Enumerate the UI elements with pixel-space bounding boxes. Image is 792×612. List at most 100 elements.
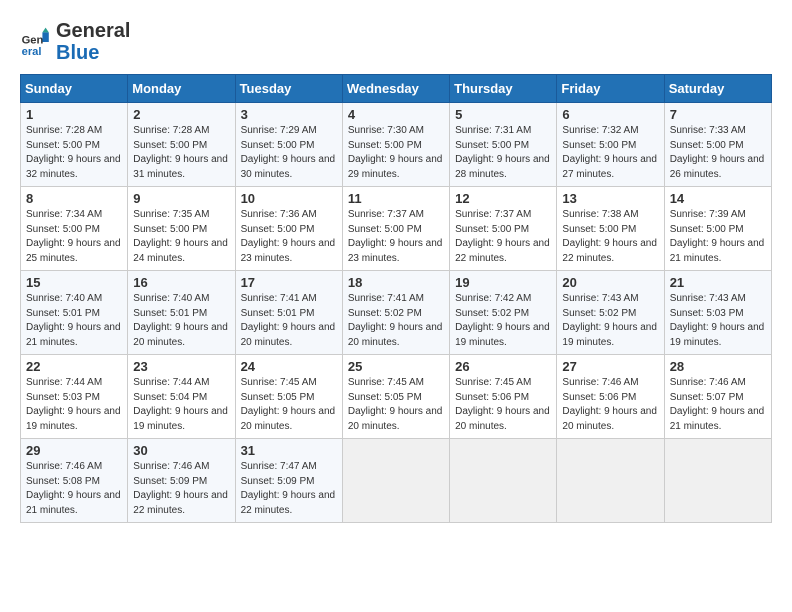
- col-header-thursday: Thursday: [450, 75, 557, 103]
- day-info: Sunrise: 7:47 AM Sunset: 5:09 PM Dayligh…: [241, 460, 337, 518]
- day-number: 31: [241, 443, 337, 458]
- svg-text:eral: eral: [22, 46, 42, 58]
- day-number: 18: [348, 275, 444, 290]
- svg-text:Gen: Gen: [22, 35, 44, 47]
- day-number: 3: [241, 107, 337, 122]
- calendar-cell: 15 Sunrise: 7:40 AM Sunset: 5:01 PM Dayl…: [21, 271, 128, 355]
- calendar-cell: 4 Sunrise: 7:30 AM Sunset: 5:00 PM Dayli…: [342, 103, 449, 187]
- day-info: Sunrise: 7:35 AM Sunset: 5:00 PM Dayligh…: [133, 208, 229, 266]
- calendar-cell: 5 Sunrise: 7:31 AM Sunset: 5:00 PM Dayli…: [450, 103, 557, 187]
- col-header-saturday: Saturday: [664, 75, 771, 103]
- day-info: Sunrise: 7:44 AM Sunset: 5:04 PM Dayligh…: [133, 376, 229, 434]
- day-info: Sunrise: 7:32 AM Sunset: 5:00 PM Dayligh…: [562, 124, 658, 182]
- day-info: Sunrise: 7:39 AM Sunset: 5:00 PM Dayligh…: [670, 208, 766, 266]
- calendar-cell: 25 Sunrise: 7:45 AM Sunset: 5:05 PM Dayl…: [342, 355, 449, 439]
- day-info: Sunrise: 7:37 AM Sunset: 5:00 PM Dayligh…: [348, 208, 444, 266]
- day-number: 17: [241, 275, 337, 290]
- day-info: Sunrise: 7:46 AM Sunset: 5:07 PM Dayligh…: [670, 376, 766, 434]
- calendar-cell: 27 Sunrise: 7:46 AM Sunset: 5:06 PM Dayl…: [557, 355, 664, 439]
- day-number: 1: [26, 107, 122, 122]
- day-info: Sunrise: 7:44 AM Sunset: 5:03 PM Dayligh…: [26, 376, 122, 434]
- calendar-cell: 29 Sunrise: 7:46 AM Sunset: 5:08 PM Dayl…: [21, 439, 128, 523]
- day-info: Sunrise: 7:33 AM Sunset: 5:00 PM Dayligh…: [670, 124, 766, 182]
- day-number: 20: [562, 275, 658, 290]
- calendar-cell: 28 Sunrise: 7:46 AM Sunset: 5:07 PM Dayl…: [664, 355, 771, 439]
- day-number: 19: [455, 275, 551, 290]
- calendar-cell: 8 Sunrise: 7:34 AM Sunset: 5:00 PM Dayli…: [21, 187, 128, 271]
- calendar-table: SundayMondayTuesdayWednesdayThursdayFrid…: [20, 74, 772, 523]
- col-header-wednesday: Wednesday: [342, 75, 449, 103]
- calendar-cell: 31 Sunrise: 7:47 AM Sunset: 5:09 PM Dayl…: [235, 439, 342, 523]
- logo-line2: Blue: [56, 42, 130, 64]
- day-info: Sunrise: 7:45 AM Sunset: 5:06 PM Dayligh…: [455, 376, 551, 434]
- calendar-cell: 16 Sunrise: 7:40 AM Sunset: 5:01 PM Dayl…: [128, 271, 235, 355]
- day-number: 2: [133, 107, 229, 122]
- day-number: 8: [26, 191, 122, 206]
- logo: Gen eral General Blue: [20, 20, 130, 64]
- logo-line1: General: [56, 20, 130, 42]
- calendar-cell: 22 Sunrise: 7:44 AM Sunset: 5:03 PM Dayl…: [21, 355, 128, 439]
- calendar-cell: [664, 439, 771, 523]
- day-number: 10: [241, 191, 337, 206]
- calendar-cell: 26 Sunrise: 7:45 AM Sunset: 5:06 PM Dayl…: [450, 355, 557, 439]
- calendar-cell: 23 Sunrise: 7:44 AM Sunset: 5:04 PM Dayl…: [128, 355, 235, 439]
- day-info: Sunrise: 7:40 AM Sunset: 5:01 PM Dayligh…: [133, 292, 229, 350]
- day-number: 6: [562, 107, 658, 122]
- calendar-cell: [342, 439, 449, 523]
- day-info: Sunrise: 7:37 AM Sunset: 5:00 PM Dayligh…: [455, 208, 551, 266]
- day-info: Sunrise: 7:28 AM Sunset: 5:00 PM Dayligh…: [133, 124, 229, 182]
- day-number: 24: [241, 359, 337, 374]
- calendar-cell: 12 Sunrise: 7:37 AM Sunset: 5:00 PM Dayl…: [450, 187, 557, 271]
- day-number: 22: [26, 359, 122, 374]
- day-number: 27: [562, 359, 658, 374]
- day-number: 5: [455, 107, 551, 122]
- day-info: Sunrise: 7:31 AM Sunset: 5:00 PM Dayligh…: [455, 124, 551, 182]
- col-header-sunday: Sunday: [21, 75, 128, 103]
- calendar-cell: 6 Sunrise: 7:32 AM Sunset: 5:00 PM Dayli…: [557, 103, 664, 187]
- calendar-cell: 17 Sunrise: 7:41 AM Sunset: 5:01 PM Dayl…: [235, 271, 342, 355]
- calendar-cell: 10 Sunrise: 7:36 AM Sunset: 5:00 PM Dayl…: [235, 187, 342, 271]
- col-header-monday: Monday: [128, 75, 235, 103]
- day-info: Sunrise: 7:42 AM Sunset: 5:02 PM Dayligh…: [455, 292, 551, 350]
- calendar-cell: 7 Sunrise: 7:33 AM Sunset: 5:00 PM Dayli…: [664, 103, 771, 187]
- day-info: Sunrise: 7:38 AM Sunset: 5:00 PM Dayligh…: [562, 208, 658, 266]
- day-number: 16: [133, 275, 229, 290]
- day-number: 25: [348, 359, 444, 374]
- day-info: Sunrise: 7:46 AM Sunset: 5:08 PM Dayligh…: [26, 460, 122, 518]
- day-info: Sunrise: 7:29 AM Sunset: 5:00 PM Dayligh…: [241, 124, 337, 182]
- day-number: 26: [455, 359, 551, 374]
- day-info: Sunrise: 7:41 AM Sunset: 5:01 PM Dayligh…: [241, 292, 337, 350]
- day-number: 13: [562, 191, 658, 206]
- calendar-cell: [450, 439, 557, 523]
- calendar-cell: 13 Sunrise: 7:38 AM Sunset: 5:00 PM Dayl…: [557, 187, 664, 271]
- day-info: Sunrise: 7:45 AM Sunset: 5:05 PM Dayligh…: [241, 376, 337, 434]
- day-info: Sunrise: 7:34 AM Sunset: 5:00 PM Dayligh…: [26, 208, 122, 266]
- day-number: 29: [26, 443, 122, 458]
- day-info: Sunrise: 7:43 AM Sunset: 5:02 PM Dayligh…: [562, 292, 658, 350]
- calendar-cell: 9 Sunrise: 7:35 AM Sunset: 5:00 PM Dayli…: [128, 187, 235, 271]
- calendar-cell: 1 Sunrise: 7:28 AM Sunset: 5:00 PM Dayli…: [21, 103, 128, 187]
- day-number: 4: [348, 107, 444, 122]
- calendar-cell: 30 Sunrise: 7:46 AM Sunset: 5:09 PM Dayl…: [128, 439, 235, 523]
- day-number: 30: [133, 443, 229, 458]
- day-number: 15: [26, 275, 122, 290]
- calendar-cell: [557, 439, 664, 523]
- calendar-cell: 24 Sunrise: 7:45 AM Sunset: 5:05 PM Dayl…: [235, 355, 342, 439]
- calendar-cell: 18 Sunrise: 7:41 AM Sunset: 5:02 PM Dayl…: [342, 271, 449, 355]
- calendar-cell: 20 Sunrise: 7:43 AM Sunset: 5:02 PM Dayl…: [557, 271, 664, 355]
- day-info: Sunrise: 7:36 AM Sunset: 5:00 PM Dayligh…: [241, 208, 337, 266]
- calendar-cell: 3 Sunrise: 7:29 AM Sunset: 5:00 PM Dayli…: [235, 103, 342, 187]
- day-number: 21: [670, 275, 766, 290]
- day-number: 14: [670, 191, 766, 206]
- calendar-cell: 2 Sunrise: 7:28 AM Sunset: 5:00 PM Dayli…: [128, 103, 235, 187]
- col-header-friday: Friday: [557, 75, 664, 103]
- day-info: Sunrise: 7:46 AM Sunset: 5:06 PM Dayligh…: [562, 376, 658, 434]
- day-number: 9: [133, 191, 229, 206]
- day-info: Sunrise: 7:45 AM Sunset: 5:05 PM Dayligh…: [348, 376, 444, 434]
- day-number: 12: [455, 191, 551, 206]
- calendar-cell: 21 Sunrise: 7:43 AM Sunset: 5:03 PM Dayl…: [664, 271, 771, 355]
- col-header-tuesday: Tuesday: [235, 75, 342, 103]
- calendar-cell: 11 Sunrise: 7:37 AM Sunset: 5:00 PM Dayl…: [342, 187, 449, 271]
- day-info: Sunrise: 7:43 AM Sunset: 5:03 PM Dayligh…: [670, 292, 766, 350]
- day-info: Sunrise: 7:46 AM Sunset: 5:09 PM Dayligh…: [133, 460, 229, 518]
